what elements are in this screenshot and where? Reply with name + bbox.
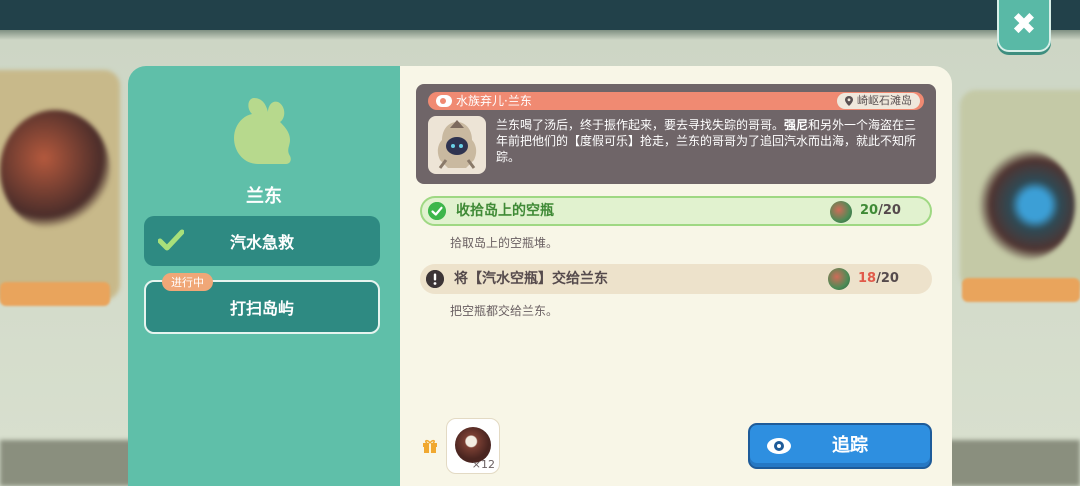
dialogue-text: 兰东喝了汤后，终于振作起来，要去寻找失踪的哥哥。强尼和另外一个海盗在三年前把他们…: [496, 117, 918, 165]
quest-label: 打扫岛屿: [229, 299, 294, 318]
reward-item-slot[interactable]: ×12: [446, 418, 500, 474]
objective-deliver-bottles: 将【汽水空瓶】交给兰东 18/20: [420, 264, 932, 294]
quest-item-clean-island[interactable]: 进行中 打扫岛屿: [144, 273, 380, 334]
close-icon: ✖: [1011, 7, 1037, 42]
location-name: 崎岖石滩岛: [857, 94, 912, 107]
objective-description: 拾取岛上的空瓶堆。: [450, 236, 559, 250]
speaker: 水族弃儿·兰东: [436, 92, 532, 110]
objective-label: 将【汽水空瓶】交给兰东: [454, 271, 608, 287]
background-art-left: [0, 110, 110, 230]
objective-current: 20: [860, 203, 879, 218]
dialogue-text-part: 兰东喝了汤后，终于振作起来，要去寻找失踪的哥哥。: [496, 118, 785, 132]
objective-label: 收拾岛上的空瓶: [456, 203, 554, 219]
status-badge: 进行中: [162, 273, 213, 291]
background-bar-right: [962, 278, 1080, 302]
track-label: 追踪: [832, 435, 868, 456]
objective-collect-bottles: 收拾岛上的空瓶 20/20: [420, 196, 932, 226]
npc-portrait: [428, 116, 486, 174]
quest-sidebar: 兰东 汽水急救 进行中 打扫岛屿: [128, 66, 400, 486]
objective-description: 把空瓶都交给兰东。: [450, 304, 559, 318]
check-icon: [428, 202, 446, 220]
quest-dialog: 兰东 汽水急救 进行中 打扫岛屿 水族弃儿·兰东 崎岖石滩岛 兰东喝了汤后，终于…: [128, 66, 952, 486]
close-button[interactable]: ✖: [997, 0, 1051, 52]
background-bar-left: [0, 282, 110, 306]
location-tag: 崎岖石滩岛: [837, 93, 920, 109]
objective-count: 18/20: [858, 271, 899, 286]
background-top: [0, 0, 1080, 30]
check-icon: [158, 229, 184, 251]
speaker-icon: [436, 95, 452, 107]
npc-silhouette-icon: [234, 98, 291, 164]
alert-icon: [426, 270, 444, 288]
reward-quantity: ×12: [471, 458, 495, 471]
npc-name: 兰东: [246, 186, 282, 207]
objective-current: 18: [858, 271, 877, 286]
objective-count: 20/20: [860, 203, 901, 218]
track-button[interactable]: 追踪: [748, 423, 932, 469]
npc-dialogue-card: 水族弃儿·兰东 崎岖石滩岛 兰东喝了汤后，终于振作起来，要去寻找失踪的哥哥。强尼…: [416, 84, 936, 184]
bottle-item-icon: [828, 268, 850, 290]
speaker-name: 水族弃儿·兰东: [456, 94, 532, 108]
npc-portrait-icon: [437, 120, 477, 169]
quest-detail: 水族弃儿·兰东 崎岖石滩岛 兰东喝了汤后，终于振作起来，要去寻找失踪的哥哥。强尼…: [400, 66, 952, 486]
objective-total: 20: [880, 271, 899, 286]
pin-icon: [845, 96, 853, 106]
dialogue-highlight: 强尼: [784, 118, 809, 132]
quest-label: 汽水急救: [229, 233, 294, 252]
dialogue-header: 水族弃儿·兰东 崎岖石滩岛: [428, 92, 924, 110]
bottle-item-icon: [830, 201, 852, 223]
gift-icon: [423, 439, 437, 453]
quest-item-soda-rescue[interactable]: 汽水急救: [144, 216, 380, 266]
background-art-right: [975, 150, 1075, 260]
objective-total: 20: [882, 203, 901, 218]
